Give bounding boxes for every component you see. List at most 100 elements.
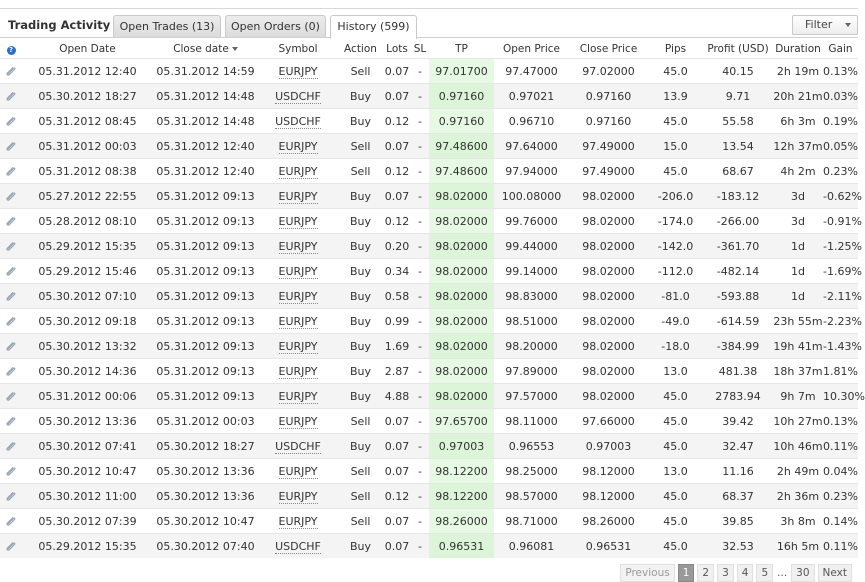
paperclip-icon[interactable]: [4, 314, 18, 328]
pagination-page-5[interactable]: 5: [756, 564, 774, 582]
symbol-link[interactable]: EURJPY: [278, 64, 318, 79]
table-row[interactable]: 05.30.2012 13:32 05.31.2012 09:13 EURJPY Bu…: [0, 333, 862, 359]
paperclip-icon[interactable]: [4, 414, 18, 428]
symbol-link[interactable]: EURJPY: [278, 189, 318, 204]
table-row[interactable]: 05.31.2012 08:38 05.31.2012 12:40 EURJPY Se…: [0, 158, 858, 184]
row-icon-cell: [0, 158, 22, 184]
table-row[interactable]: 05.31.2012 08:45 05.31.2012 14:48 USDCHF Bu…: [0, 108, 858, 134]
symbol-link[interactable]: EURJPY: [278, 314, 318, 329]
paperclip-icon[interactable]: [4, 389, 18, 403]
table-row[interactable]: 05.29.2012 15:46 05.31.2012 09:13 EURJPY Bu…: [0, 258, 862, 284]
pagination-page-2[interactable]: 2: [697, 564, 715, 582]
cell-symbol: EURJPY: [258, 483, 338, 509]
symbol-link[interactable]: EURJPY: [278, 339, 318, 354]
cell-profit: -183.12: [703, 183, 773, 209]
pagination-page-last[interactable]: 30: [791, 564, 815, 582]
cell-duration: 18h 37m: [773, 358, 823, 384]
symbol-link[interactable]: EURJPY: [278, 414, 318, 429]
cell-pips: 13.0: [648, 458, 703, 484]
pagination-next[interactable]: Next: [817, 564, 852, 582]
table-row[interactable]: 05.30.2012 13:36 05.31.2012 00:03 EURJPY Se…: [0, 408, 858, 434]
tab-open-orders[interactable]: Open Orders (0): [225, 15, 326, 37]
cell-close-price: 97.66000: [569, 408, 648, 434]
paperclip-icon[interactable]: [4, 89, 18, 103]
col-sl[interactable]: SL: [411, 39, 429, 59]
symbol-link[interactable]: EURJPY: [278, 139, 318, 154]
cell-action: Buy: [338, 183, 383, 209]
pagination-page-1[interactable]: 1: [677, 564, 695, 582]
table-row[interactable]: 05.30.2012 07:39 05.30.2012 10:47 EURJPY Se…: [0, 508, 858, 534]
symbol-link[interactable]: EURJPY: [278, 214, 318, 229]
symbol-link[interactable]: EURJPY: [278, 164, 318, 179]
paperclip-icon[interactable]: [4, 439, 18, 453]
symbol-link[interactable]: EURJPY: [278, 489, 318, 504]
col-symbol[interactable]: Symbol: [258, 39, 338, 59]
paperclip-icon[interactable]: [4, 64, 18, 78]
col-open-date[interactable]: Open Date: [22, 39, 153, 59]
col-pips[interactable]: Pips: [648, 39, 703, 59]
col-duration[interactable]: Duration: [773, 39, 823, 59]
table-row[interactable]: 05.27.2012 22:55 05.31.2012 09:13 EURJPY Bu…: [0, 183, 862, 209]
paperclip-icon[interactable]: [4, 114, 18, 128]
symbol-link[interactable]: EURJPY: [278, 264, 318, 279]
table-row[interactable]: 05.31.2012 12:40 05.31.2012 14:59 EURJPY Se…: [0, 58, 858, 84]
paperclip-icon[interactable]: [4, 514, 18, 528]
col-gain[interactable]: Gain: [823, 39, 858, 59]
symbol-link[interactable]: EURJPY: [278, 364, 318, 379]
paperclip-icon[interactable]: [4, 139, 18, 153]
pagination-previous[interactable]: Previous: [620, 564, 675, 582]
symbol-link[interactable]: EURJPY: [278, 464, 318, 479]
table-row[interactable]: 05.30.2012 07:41 05.30.2012 18:27 USDCHF Bu…: [0, 433, 858, 459]
col-close-price[interactable]: Close Price: [569, 39, 648, 59]
table-row[interactable]: 05.29.2012 15:35 05.31.2012 09:13 EURJPY Bu…: [0, 233, 862, 259]
cell-duration: 3d: [773, 183, 823, 209]
tab-history[interactable]: History (599): [330, 15, 417, 39]
filter-button[interactable]: Filter: [792, 15, 858, 35]
paperclip-icon[interactable]: [4, 264, 18, 278]
table-row[interactable]: 05.30.2012 07:10 05.31.2012 09:13 EURJPY Bu…: [0, 283, 862, 309]
table-row[interactable]: 05.30.2012 14:36 05.31.2012 09:13 EURJPY Bu…: [0, 358, 858, 384]
symbol-link[interactable]: USDCHF: [275, 114, 321, 129]
col-open-price[interactable]: Open Price: [494, 39, 569, 59]
cell-tp: 98.02000: [429, 308, 494, 334]
symbol-link[interactable]: EURJPY: [278, 389, 318, 404]
table-row[interactable]: 05.31.2012 00:06 05.31.2012 09:13 EURJPY Bu…: [0, 383, 865, 409]
table-row[interactable]: 05.31.2012 00:03 05.31.2012 12:40 EURJPY Se…: [0, 133, 858, 159]
symbol-link[interactable]: EURJPY: [278, 289, 318, 304]
paperclip-icon[interactable]: [4, 464, 18, 478]
paperclip-icon[interactable]: [4, 339, 18, 353]
symbol-link[interactable]: USDCHF: [275, 89, 321, 104]
col-close-date[interactable]: Close date: [153, 39, 258, 59]
tab-open-trades[interactable]: Open Trades (13): [113, 15, 221, 37]
table-row[interactable]: 05.30.2012 18:27 05.31.2012 14:48 USDCHF Bu…: [0, 83, 858, 109]
paperclip-icon[interactable]: [4, 489, 18, 503]
table-row[interactable]: 05.30.2012 09:18 05.31.2012 09:13 EURJPY Bu…: [0, 308, 862, 334]
table-row[interactable]: 05.28.2012 08:10 05.31.2012 09:13 EURJPY Bu…: [0, 208, 862, 234]
col-action[interactable]: Action: [338, 39, 383, 59]
pagination-page-4[interactable]: 4: [736, 564, 754, 582]
cell-profit: 39.42: [703, 408, 773, 434]
paperclip-icon[interactable]: [4, 364, 18, 378]
cell-duration: 6h 3m: [773, 108, 823, 134]
table-row[interactable]: 05.30.2012 10:47 05.30.2012 13:36 EURJPY Se…: [0, 458, 858, 484]
pagination-page-3[interactable]: 3: [717, 564, 734, 582]
info-icon[interactable]: ?: [6, 45, 16, 55]
cell-action: Buy: [338, 258, 383, 284]
paperclip-icon[interactable]: [4, 164, 18, 178]
symbol-link[interactable]: EURJPY: [278, 514, 318, 529]
col-lots[interactable]: Lots: [383, 39, 411, 59]
table-row[interactable]: 05.29.2012 15:35 05.30.2012 07:40 USDCHF Bu…: [0, 533, 858, 558]
paperclip-icon[interactable]: [4, 539, 18, 553]
symbol-link[interactable]: EURJPY: [278, 239, 318, 254]
col-profit[interactable]: Profit (USD): [703, 39, 773, 59]
symbol-link[interactable]: USDCHF: [275, 439, 321, 454]
paperclip-icon[interactable]: [4, 214, 18, 228]
table-row[interactable]: 05.30.2012 11:00 05.30.2012 13:36 EURJPY Se…: [0, 483, 858, 509]
paperclip-icon[interactable]: [4, 189, 18, 203]
cell-symbol: USDCHF: [258, 533, 338, 558]
cell-tp: 97.65700: [429, 408, 494, 434]
paperclip-icon[interactable]: [4, 239, 18, 253]
col-tp[interactable]: TP: [429, 39, 494, 59]
paperclip-icon[interactable]: [4, 289, 18, 303]
symbol-link[interactable]: USDCHF: [275, 539, 321, 554]
